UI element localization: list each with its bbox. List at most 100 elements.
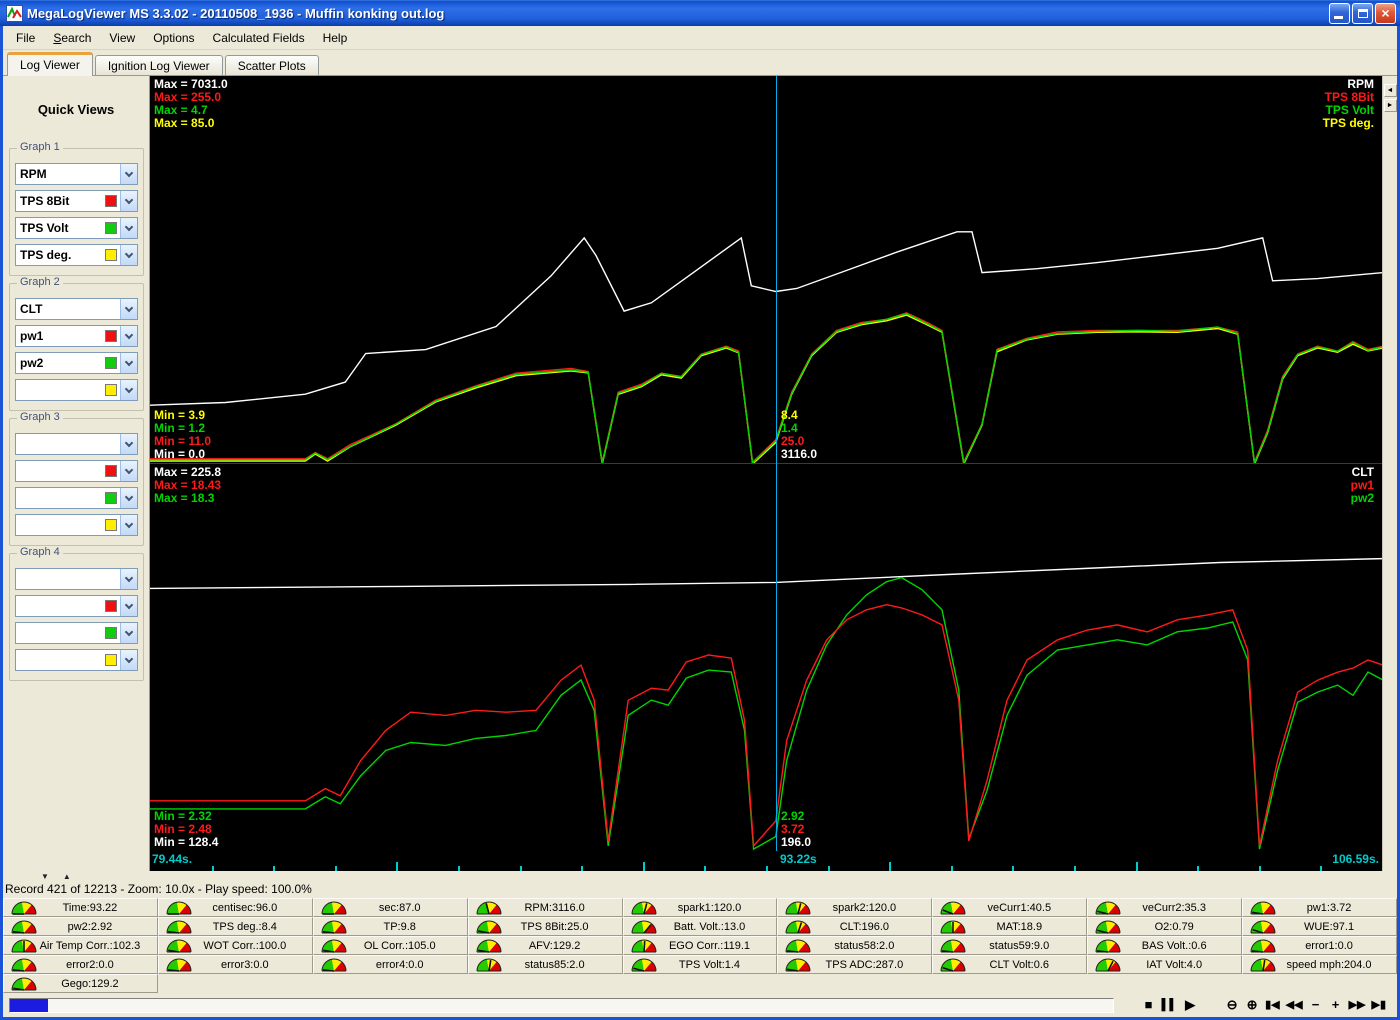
gauge-vecurr2[interactable]: veCurr2:35.3 bbox=[1087, 898, 1243, 917]
pause-button[interactable]: ▌▌ bbox=[1159, 996, 1181, 1014]
channel-select-g2-1[interactable]: CLT bbox=[15, 298, 138, 320]
channel-select-g3-3[interactable] bbox=[15, 487, 138, 509]
menu-item-calculated-fields[interactable]: Calculated Fields bbox=[204, 28, 314, 48]
gauge-mat[interactable]: MAT:18.9 bbox=[932, 917, 1088, 936]
gauge-iat-volt[interactable]: IAT Volt:4.0 bbox=[1087, 955, 1243, 974]
gauge-rpm[interactable]: RPM:3116.0 bbox=[467, 898, 623, 917]
gauge-ol-corr-[interactable]: OL Corr.:105.0 bbox=[312, 936, 468, 955]
combo-dropdown-button[interactable] bbox=[120, 245, 137, 265]
combo-dropdown-button[interactable] bbox=[120, 164, 137, 184]
channel-select-g2-4[interactable] bbox=[15, 379, 138, 401]
tab-ignition-log-viewer[interactable]: Ignition Log Viewer bbox=[94, 55, 223, 75]
gauge-air-temp-corr-[interactable]: Air Temp Corr.:102.3 bbox=[3, 936, 158, 955]
gauge-tp[interactable]: TP:9.8 bbox=[312, 917, 468, 936]
combo-dropdown-button[interactable] bbox=[120, 380, 137, 400]
graph2-canvas[interactable] bbox=[150, 464, 1382, 851]
plot-scrollbar[interactable]: ◄ ► bbox=[1382, 76, 1397, 871]
playback-progress-bar[interactable] bbox=[9, 997, 1114, 1013]
graph1-canvas[interactable] bbox=[150, 76, 1382, 463]
gauge-sec[interactable]: sec:87.0 bbox=[312, 898, 468, 917]
gauge-error4[interactable]: error4:0.0 bbox=[312, 955, 468, 974]
gauge-gego[interactable]: Gego:129.2 bbox=[3, 974, 158, 993]
tab-log-viewer[interactable]: Log Viewer bbox=[7, 52, 93, 76]
gauge-clt[interactable]: CLT:196.0 bbox=[777, 917, 933, 936]
gauge-o2[interactable]: O2:0.79 bbox=[1087, 917, 1243, 936]
plot-area[interactable]: Max = 7031.0 Max = 255.0 Max = 4.7 Max = 85… bbox=[149, 76, 1382, 871]
graph1-plot[interactable]: Max = 7031.0 Max = 255.0 Max = 4.7 Max = 85… bbox=[150, 76, 1382, 463]
channel-select-g4-1[interactable] bbox=[15, 568, 138, 590]
gauge-centisec[interactable]: centisec:96.0 bbox=[157, 898, 313, 917]
collapse-down-icon[interactable]: ▼ bbox=[41, 872, 63, 881]
combo-dropdown-button[interactable] bbox=[120, 434, 137, 454]
gauge-speed-mph[interactable]: speed mph:204.0 bbox=[1242, 955, 1397, 974]
gauge-wue[interactable]: WUE:97.1 bbox=[1242, 917, 1397, 936]
menu-item-help[interactable]: Help bbox=[314, 28, 357, 48]
minimize-button[interactable] bbox=[1329, 2, 1350, 24]
zoom-in-button[interactable]: ⊕ bbox=[1242, 996, 1262, 1014]
gauge-spark1[interactable]: spark1:120.0 bbox=[622, 898, 778, 917]
skip-end-button[interactable]: ▶▮ bbox=[1368, 996, 1389, 1014]
gauge-error1[interactable]: error1:0.0 bbox=[1242, 936, 1397, 955]
combo-dropdown-button[interactable] bbox=[120, 623, 137, 643]
gauge-spark2[interactable]: spark2:120.0 bbox=[777, 898, 933, 917]
gauge-bas-volt-[interactable]: BAS Volt.:0.6 bbox=[1087, 936, 1243, 955]
menu-item-file[interactable]: File bbox=[7, 28, 44, 48]
channel-select-g4-3[interactable] bbox=[15, 622, 138, 644]
menu-item-view[interactable]: View bbox=[100, 28, 144, 48]
combo-dropdown-button[interactable] bbox=[120, 596, 137, 616]
close-button[interactable]: × bbox=[1375, 2, 1396, 24]
gauge-error3[interactable]: error3:0.0 bbox=[157, 955, 313, 974]
gauge-pw1[interactable]: pw1:3.72 bbox=[1242, 898, 1397, 917]
gauge-pw2[interactable]: pw2:2.92 bbox=[3, 917, 158, 936]
zoom-out-button[interactable]: ⊖ bbox=[1222, 996, 1242, 1014]
stop-button[interactable]: ■ bbox=[1139, 996, 1159, 1014]
time-cursor-line[interactable] bbox=[776, 76, 777, 851]
gauge-tps-adc[interactable]: TPS ADC:287.0 bbox=[777, 955, 933, 974]
gauge-status85[interactable]: status85:2.0 bbox=[467, 955, 623, 974]
gauge-time[interactable]: Time:93.22 bbox=[3, 898, 158, 917]
combo-dropdown-button[interactable] bbox=[120, 488, 137, 508]
combo-dropdown-button[interactable] bbox=[120, 299, 137, 319]
gauge-tps-volt[interactable]: TPS Volt:1.4 bbox=[622, 955, 778, 974]
channel-select-g3-4[interactable] bbox=[15, 514, 138, 536]
combo-dropdown-button[interactable] bbox=[120, 650, 137, 670]
gauge-wot-corr-[interactable]: WOT Corr.:100.0 bbox=[157, 936, 313, 955]
channel-select-g1-4[interactable]: TPS deg. bbox=[15, 244, 138, 266]
panel-splitter[interactable]: ▼▲ bbox=[41, 872, 85, 881]
scroll-right-icon[interactable]: ► bbox=[1383, 99, 1397, 112]
combo-dropdown-button[interactable] bbox=[120, 218, 137, 238]
gauge-batt-volt-[interactable]: Batt. Volt.:13.0 bbox=[622, 917, 778, 936]
gauge-afv[interactable]: AFV:129.2 bbox=[467, 936, 623, 955]
menu-item-search[interactable]: Search bbox=[44, 28, 100, 48]
combo-dropdown-button[interactable] bbox=[120, 353, 137, 373]
collapse-up-icon[interactable]: ▲ bbox=[63, 872, 85, 881]
channel-select-g1-3[interactable]: TPS Volt bbox=[15, 217, 138, 239]
graph2-plot[interactable]: Max = 225.8 Max = 18.43 Max = 18.3 CLT pw1 p… bbox=[150, 463, 1382, 851]
channel-select-g3-1[interactable] bbox=[15, 433, 138, 455]
channel-select-g1-1[interactable]: RPM bbox=[15, 163, 138, 185]
menu-item-options[interactable]: Options bbox=[144, 28, 203, 48]
channel-select-g2-2[interactable]: pw1 bbox=[15, 325, 138, 347]
combo-dropdown-button[interactable] bbox=[120, 515, 137, 535]
combo-dropdown-button[interactable] bbox=[120, 326, 137, 346]
channel-select-g1-2[interactable]: TPS 8Bit bbox=[15, 190, 138, 212]
play-button[interactable]: ▶ bbox=[1180, 996, 1200, 1014]
combo-dropdown-button[interactable] bbox=[120, 461, 137, 481]
step-back-button[interactable]: − bbox=[1306, 996, 1326, 1014]
gauge-status59[interactable]: status59:9.0 bbox=[932, 936, 1088, 955]
gauge-ego-corr-[interactable]: EGO Corr.:119.1 bbox=[622, 936, 778, 955]
channel-select-g3-2[interactable] bbox=[15, 460, 138, 482]
gauge-error2[interactable]: error2:0.0 bbox=[3, 955, 158, 974]
gauge-tps-8bit[interactable]: TPS 8Bit:25.0 bbox=[467, 917, 623, 936]
combo-dropdown-button[interactable] bbox=[120, 191, 137, 211]
gauge-vecurr1[interactable]: veCurr1:40.5 bbox=[932, 898, 1088, 917]
channel-select-g4-4[interactable] bbox=[15, 649, 138, 671]
maximize-button[interactable] bbox=[1352, 2, 1373, 24]
tab-scatter-plots[interactable]: Scatter Plots bbox=[224, 55, 319, 75]
step-forward-button[interactable]: + bbox=[1326, 996, 1346, 1014]
gauge-status58[interactable]: status58:2.0 bbox=[777, 936, 933, 955]
fast-forward-button[interactable]: ▶▶ bbox=[1346, 996, 1369, 1014]
combo-dropdown-button[interactable] bbox=[120, 569, 137, 589]
gauge-clt-volt[interactable]: CLT Volt:0.6 bbox=[932, 955, 1088, 974]
channel-select-g2-3[interactable]: pw2 bbox=[15, 352, 138, 374]
